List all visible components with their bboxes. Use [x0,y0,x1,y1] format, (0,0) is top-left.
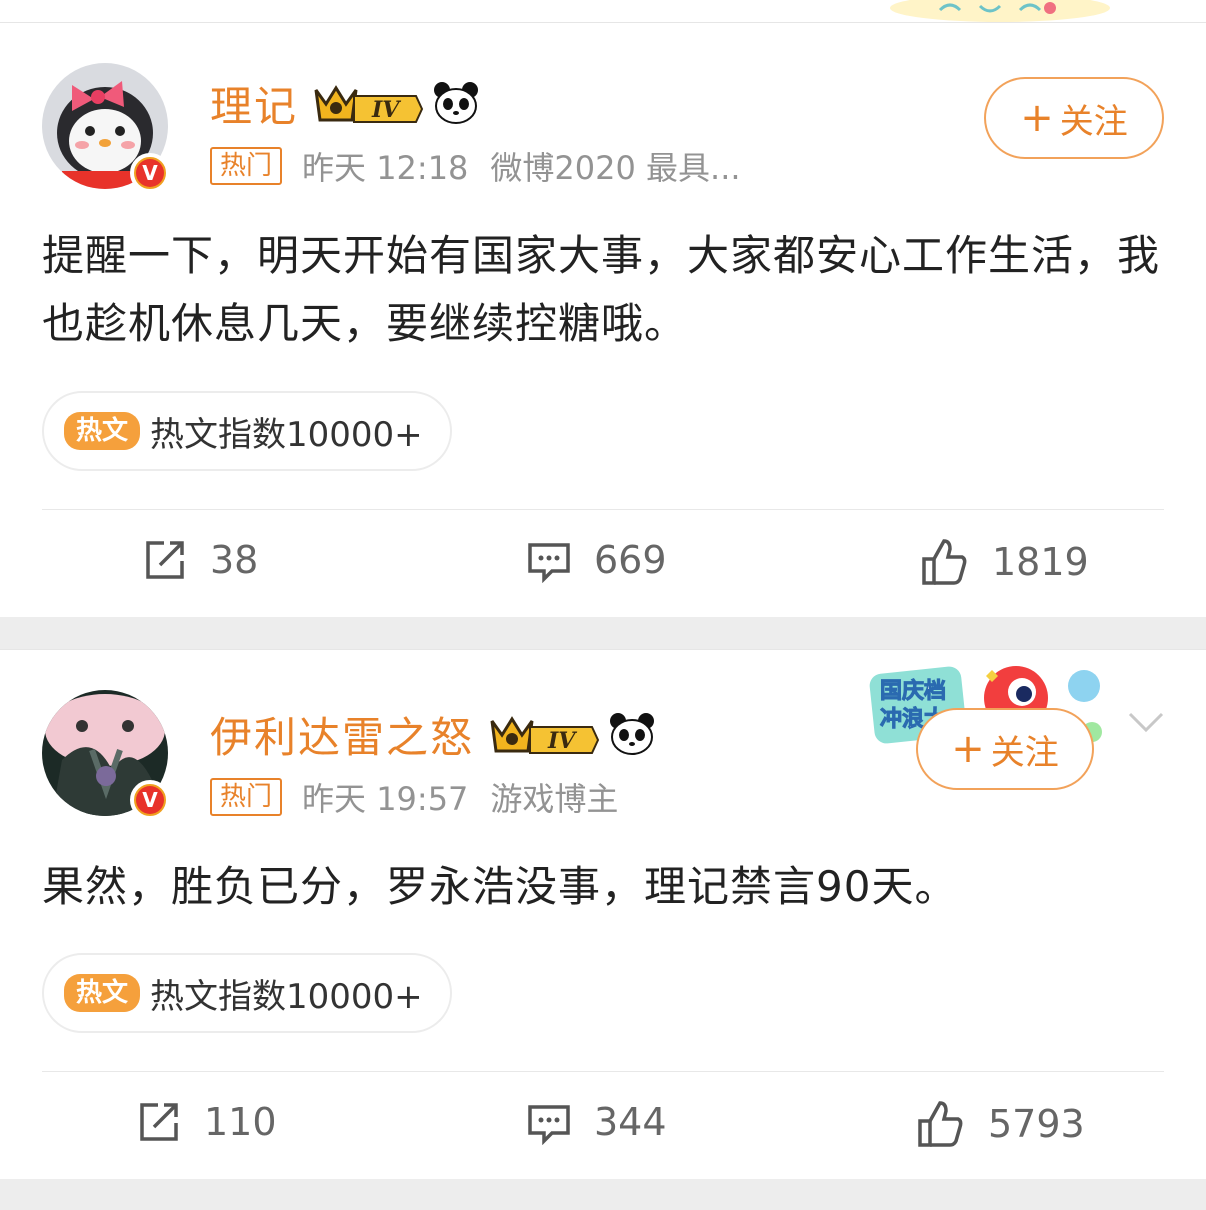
divider [42,1071,1164,1072]
comment-button[interactable]: 344 [526,1099,667,1145]
hot-index-label: 热文指数10000+ [150,414,423,455]
like-count: 5793 [988,1102,1085,1146]
avatar[interactable]: V [42,690,170,820]
post-time: 昨天 12:18 [302,149,469,187]
comment-button[interactable]: 669 [526,537,667,583]
verified-icon: V [130,780,170,820]
hot-index-pill[interactable]: 热文 热文指数10000+ [42,391,452,471]
like-icon [918,1101,963,1147]
username[interactable]: 理记 [210,73,298,134]
hot-index-pill[interactable]: 热文 热文指数10000+ [42,953,452,1033]
comment-count: 344 [594,1100,667,1144]
hot-tag: 热门 [210,778,283,816]
crown-icon: IV [312,82,424,126]
comment-icon [528,543,570,583]
weibo-post: V 理记 IV 热门 昨天 12:18 微博2020 最具... + 关注 提醒… [0,23,1206,617]
repost-icon [140,1103,178,1141]
comment-icon [528,1105,570,1145]
weibo-post: V 伊利达雷之怒 IV 热门 昨天 19:57 游戏博主 国庆档 冲浪大 + 关… [0,649,1206,1179]
post-time: 昨天 19:57 [302,780,469,818]
repost-button[interactable]: 110 [136,1099,277,1145]
post-source: 微博2020 最具... [490,149,741,187]
like-button[interactable]: 1819 [920,537,1089,587]
follow-button[interactable]: + 关注 [916,708,1094,790]
repost-count: 110 [204,1100,277,1144]
hot-badge: 热文 [64,974,141,1012]
like-button[interactable]: 5793 [916,1099,1085,1149]
post-content: 果然，胜负已分，罗永浩没事，理记禁言90天。 [42,862,958,911]
panda-icon [432,80,480,128]
comment-count: 669 [594,538,667,582]
repost-count: 38 [210,538,259,582]
post-content: 提醒一下，明天开始有国家大事，大家都安心工作生活，我也趁机休息几天，要继续控糖哦… [42,231,1161,348]
hot-index-label: 热文指数10000+ [150,976,423,1017]
decoration-icon [890,0,1110,22]
verified-icon: V [130,153,170,193]
divider [42,509,1164,510]
follow-label: 关注 [990,732,1059,773]
plus-icon: + [951,726,985,772]
like-count: 1819 [992,540,1089,584]
panda-icon [608,711,656,759]
like-icon [922,539,967,585]
hot-tag: 热门 [210,147,283,185]
repost-icon [146,541,184,579]
chevron-down-icon[interactable] [1126,710,1166,738]
follow-button[interactable]: + 关注 [984,77,1164,159]
repost-button[interactable]: 38 [142,537,258,583]
crown-icon: IV [488,713,600,757]
follow-label: 关注 [1059,101,1128,142]
post-source: 游戏博主 [490,780,619,818]
svg-text:IV: IV [371,97,401,123]
avatar[interactable]: V [42,63,170,193]
plus-icon: + [1020,95,1054,141]
hot-badge: 热文 [64,412,141,450]
top-separator [0,0,1206,23]
username[interactable]: 伊利达雷之怒 [210,704,474,765]
svg-text:IV: IV [547,728,577,754]
